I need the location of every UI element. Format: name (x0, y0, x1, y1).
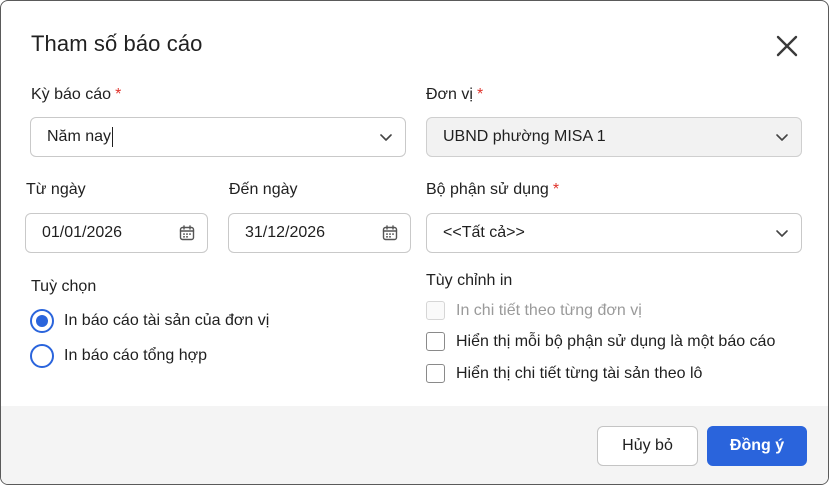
text-caret (112, 127, 114, 147)
close-icon (776, 35, 798, 57)
chevron-down-icon (380, 134, 392, 141)
radio-button[interactable] (30, 344, 54, 368)
unit-select-value: UBND phường MISA 1 (443, 128, 606, 145)
close-button[interactable] (772, 31, 802, 61)
options-label: Tuỳ chọn (31, 278, 97, 295)
period-label: Kỳ báo cáo * (31, 86, 121, 104)
period-label-text: Kỳ báo cáo (31, 86, 112, 103)
dialog-title: Tham số báo cáo (31, 31, 203, 56)
checkbox[interactable] (426, 332, 445, 351)
radio-button-selected[interactable] (30, 309, 54, 333)
required-mark: * (115, 86, 122, 103)
chevron-down-icon (776, 134, 788, 141)
chevron-down-icon (776, 230, 788, 237)
cancel-button[interactable]: Hủy bỏ (597, 426, 698, 466)
department-label: Bộ phận sử dụng * (426, 181, 559, 199)
radio-option-summary-report[interactable]: In báo cáo tổng hợp (30, 344, 207, 368)
period-select-value: Năm nay (47, 128, 112, 145)
department-select[interactable]: <<Tất cả>> (426, 213, 802, 253)
checkbox[interactable] (426, 364, 445, 383)
dialog-footer (1, 406, 828, 484)
checkbox-asset-detail-by-lot[interactable]: Hiển thị chi tiết từng tài sản theo lô (426, 364, 702, 383)
to-date-label: Đến ngày (229, 181, 298, 198)
unit-label: Đơn vị * (426, 86, 483, 104)
from-date-value: 01/01/2026 (42, 224, 123, 241)
from-date-input[interactable]: 01/01/2026 (25, 213, 208, 253)
department-label-text: Bộ phận sử dụng (426, 181, 549, 198)
checkbox-department-per-report[interactable]: Hiển thị mỗi bộ phận sử dụng là một báo … (426, 332, 775, 351)
checkbox-label: In chi tiết theo từng đơn vị (456, 301, 642, 319)
to-date-input[interactable]: 31/12/2026 (228, 213, 411, 253)
checkbox[interactable] (426, 301, 445, 320)
calendar-icon[interactable] (382, 225, 398, 241)
from-date-label: Từ ngày (26, 181, 86, 198)
to-date-value: 31/12/2026 (245, 224, 326, 241)
report-parameters-dialog: Tham số báo cáo Kỳ báo cáo * Năm nay Đơn … (0, 0, 829, 485)
radio-option-unit-report[interactable]: In báo cáo tài sản của đơn vị (30, 309, 269, 333)
required-mark: * (552, 181, 560, 198)
period-select[interactable]: Năm nay (30, 117, 406, 157)
calendar-icon[interactable] (179, 225, 195, 241)
unit-select[interactable]: UBND phường MISA 1 (426, 117, 802, 157)
radio-option-label: In báo cáo tài sản của đơn vị (64, 312, 270, 329)
checkbox-label: Hiển thị chi tiết từng tài sản theo lô (456, 364, 703, 382)
department-select-value: <<Tất cả>> (443, 224, 525, 241)
unit-label-text: Đơn vị (426, 86, 473, 103)
checkbox-label: Hiển thị mỗi bộ phận sử dụng là một báo … (456, 332, 776, 350)
required-mark: * (476, 86, 484, 103)
print-options-label: Tùy chỉnh in (426, 272, 513, 289)
ok-button[interactable]: Đồng ý (707, 426, 807, 466)
radio-option-label: In báo cáo tổng hợp (64, 347, 208, 364)
checkbox-detail-by-unit[interactable]: In chi tiết theo từng đơn vị (426, 301, 642, 320)
